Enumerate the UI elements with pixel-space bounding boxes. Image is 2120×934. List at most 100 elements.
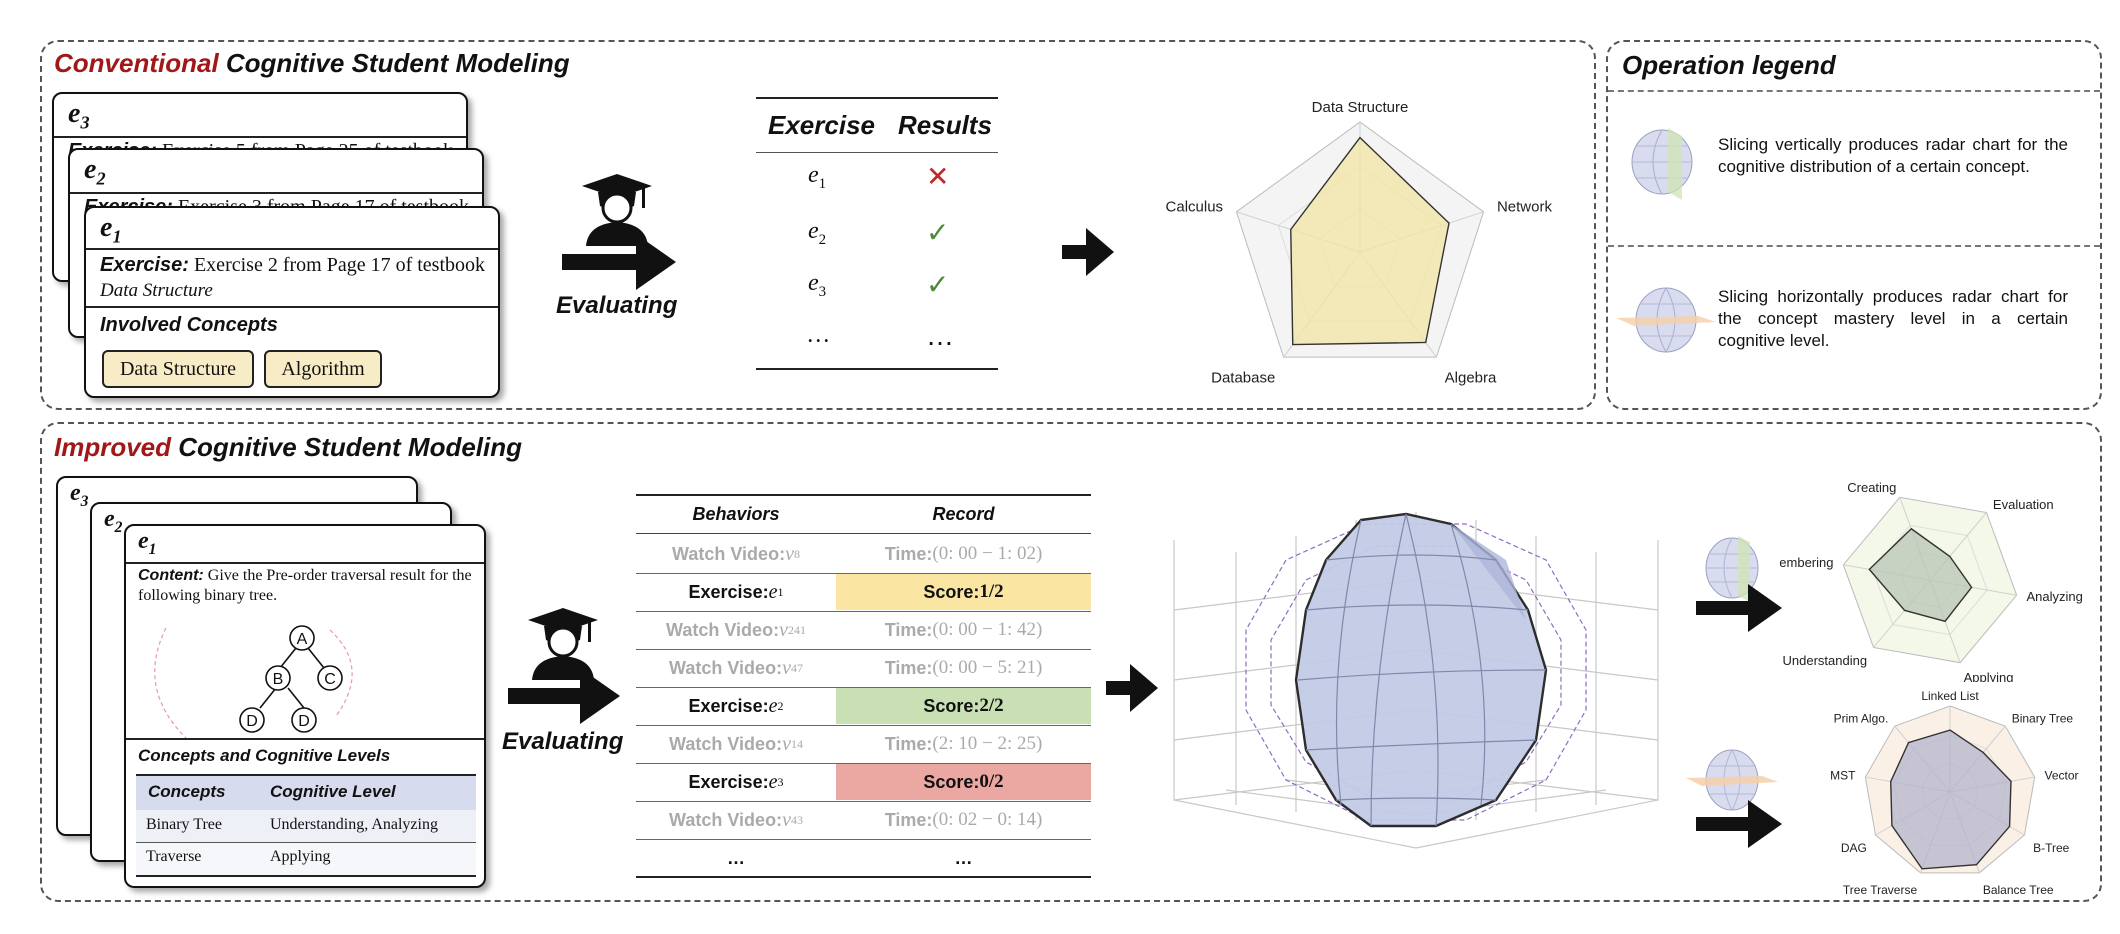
behavior-cell: Watch Video: v 47	[669, 656, 803, 679]
conventional-title: Conventional Cognitive Student Modeling	[54, 48, 570, 78]
card-content-text: Content: Give the Pre-order traversal re…	[138, 567, 472, 604]
radar-axis-label: Evaluation	[1993, 497, 2054, 512]
radar-axis-label: Network	[1497, 199, 1553, 216]
radar-axis-label: Database	[1211, 369, 1275, 386]
legend-item-vertical: Slicing vertically produces radar chart …	[1718, 135, 2068, 176]
improved-title: Improved Cognitive Student Modeling	[54, 432, 523, 462]
arrow-right-icon	[508, 668, 620, 724]
concept-mastery-radar-chart: Linked List Binary Tree Vector B-Tree Balanc…	[1830, 689, 2079, 894]
exercise-card-e1: e1 Content: Give the Pre-order traversal…	[124, 524, 486, 888]
arrow-right-icon	[1696, 584, 1782, 632]
radar-axis-label: MST	[1830, 768, 1856, 782]
record-cell: Time: (0: 02 − 0: 14)	[884, 809, 1043, 830]
behavior-cell: …	[727, 847, 745, 868]
record-cell: Score: 2/2	[836, 688, 1091, 724]
card-exercise-text: Exercise: Exercise 2 from Page 17 of tes…	[100, 254, 486, 276]
table-row-exercise: e2	[808, 218, 827, 248]
legend-item-horizontal: Slicing horizontally produces radar char…	[1718, 287, 2068, 350]
table-row-exercise: …	[808, 322, 830, 348]
levels-heading: Concepts and Cognitive Levels	[138, 746, 391, 765]
card-topic: Data Structure	[100, 280, 213, 301]
col-behaviors: Behaviors	[692, 504, 780, 524]
binary-tree-diagram: A B C D D	[154, 625, 353, 738]
behavior-cell: Exercise: e1	[688, 580, 784, 603]
radar-axis-label: Vector	[2045, 768, 2079, 782]
table-row-result: …	[926, 320, 954, 351]
radar-axis-label: Calculus	[1166, 199, 1224, 216]
radar-axis-label: Balance Tree	[1983, 883, 2054, 894]
col-cognitive-level: Cognitive Level	[270, 782, 396, 801]
col-exercise: Exercise	[768, 110, 875, 140]
card-label: e1	[100, 212, 122, 247]
radar-axis-label: Binary Tree	[2012, 711, 2074, 725]
tree-node: B	[273, 671, 284, 688]
concepts-heading: Involved Concepts	[100, 314, 278, 336]
radar-axis-label: DAG	[1841, 841, 1867, 855]
radar-axis-label: Remembering	[1780, 555, 1833, 570]
behavior-cell: Exercise: e2	[688, 694, 784, 717]
radar-axis-label: Linked List	[1921, 689, 1979, 703]
vertical-slice-sphere-icon	[1631, 128, 1693, 200]
record-cell: Time: (2: 10 − 2: 25)	[884, 733, 1043, 754]
radar-axis-label: Understanding	[1783, 653, 1868, 668]
arrow-right-icon	[562, 234, 676, 290]
behavior-row: Watch Video: v 14 Time: (2: 10 − 2: 25)	[636, 726, 1091, 762]
concept-radar-chart: Data Structure Network Algebra Database Calc…	[1166, 99, 1553, 386]
concept-pill: Data Structure	[102, 350, 254, 388]
radar-axis-label: Prim Algo.	[1834, 711, 1889, 725]
behavior-row: ……	[636, 840, 1091, 876]
radar-axis-label: B-Tree	[2033, 841, 2070, 855]
exercise-card-e1: e1 Exercise: Exercise 2 from Page 17 of …	[84, 206, 500, 398]
behavior-cell: Watch Video: v8	[672, 542, 800, 565]
tree-node: D	[298, 713, 310, 730]
evaluating-label: Evaluating	[556, 292, 678, 319]
cognitive-sphere-3d	[1173, 512, 1659, 849]
col-record: Record	[932, 504, 995, 524]
horizontal-slice-sphere-icon	[1616, 287, 1716, 353]
radar-axis-label: Creating	[1847, 480, 1896, 495]
record-cell: Time: (0: 00 − 1: 42)	[884, 619, 1043, 640]
radar-axis-label: Tree Traverse	[1843, 883, 1918, 894]
behavior-cell: Watch Video: v 43	[669, 808, 803, 831]
col-results: Results	[898, 110, 992, 140]
behavior-row: Watch Video: v 8 Time: (0: 00 − 1: 02)	[636, 536, 1091, 572]
radar-axis-label: Data Structure	[1312, 99, 1409, 116]
record-cell: Time: (0: 00 − 1: 02)	[884, 543, 1043, 564]
tree-node: C	[324, 671, 336, 688]
card-label: e1	[138, 528, 157, 558]
arrow-right-icon	[1062, 228, 1114, 276]
level-cell: Understanding, Analyzing	[270, 816, 438, 833]
concept-cell: Traverse	[146, 848, 202, 865]
behavior-row: Exercise: e 3 Score: 0/2	[636, 764, 1091, 800]
tree-node: A	[297, 631, 308, 648]
record-cell: Score: 0/2	[836, 764, 1091, 800]
concept-cell: Binary Tree	[146, 816, 222, 833]
col-concepts: Concepts	[148, 782, 226, 801]
table-row-exercise: e1	[808, 162, 827, 192]
table-row-result: ✓	[926, 269, 950, 300]
radar-axis-label: Applying	[1964, 670, 2014, 682]
table-row-result: ✕	[926, 161, 950, 192]
behavior-cell: Watch Video: v 14	[669, 732, 803, 755]
card-label: e3	[68, 98, 90, 133]
radar-axis-label: Analyzing	[2027, 589, 2083, 604]
behavior-row: Watch Video: v 43 Time: (0: 02 − 0: 14)	[636, 802, 1091, 838]
record-cell: Time: (0: 00 − 5: 21)	[884, 657, 1043, 678]
behavior-cell: Exercise: e3	[688, 770, 784, 793]
card-label: e2	[84, 154, 106, 189]
arrow-right-icon	[1106, 664, 1158, 712]
level-cell: Applying	[270, 848, 331, 865]
concept-pill: Algorithm	[264, 350, 382, 388]
behavior-row: Watch Video: v 241 Time: (0: 00 − 1: 42)	[636, 612, 1091, 648]
cognitive-level-radar-chart: Creating Evaluation Analyzing Applying Under…	[1780, 480, 2083, 682]
record-cell: Score: 1/2	[836, 574, 1091, 610]
radar-axis-label: Algebra	[1445, 369, 1497, 386]
behavior-row: Exercise: e 2 Score: 2/2	[636, 688, 1091, 724]
table-row-result: ✓	[926, 217, 950, 248]
table-row-exercise: e3	[808, 270, 827, 300]
record-cell: …	[954, 847, 973, 868]
behavior-cell: Watch Video: v 241	[666, 618, 806, 641]
legend-title: Operation legend	[1622, 50, 1836, 80]
evaluating-label: Evaluating	[502, 728, 624, 755]
behavior-row: Exercise: e 1 Score: 1/2	[636, 574, 1091, 610]
